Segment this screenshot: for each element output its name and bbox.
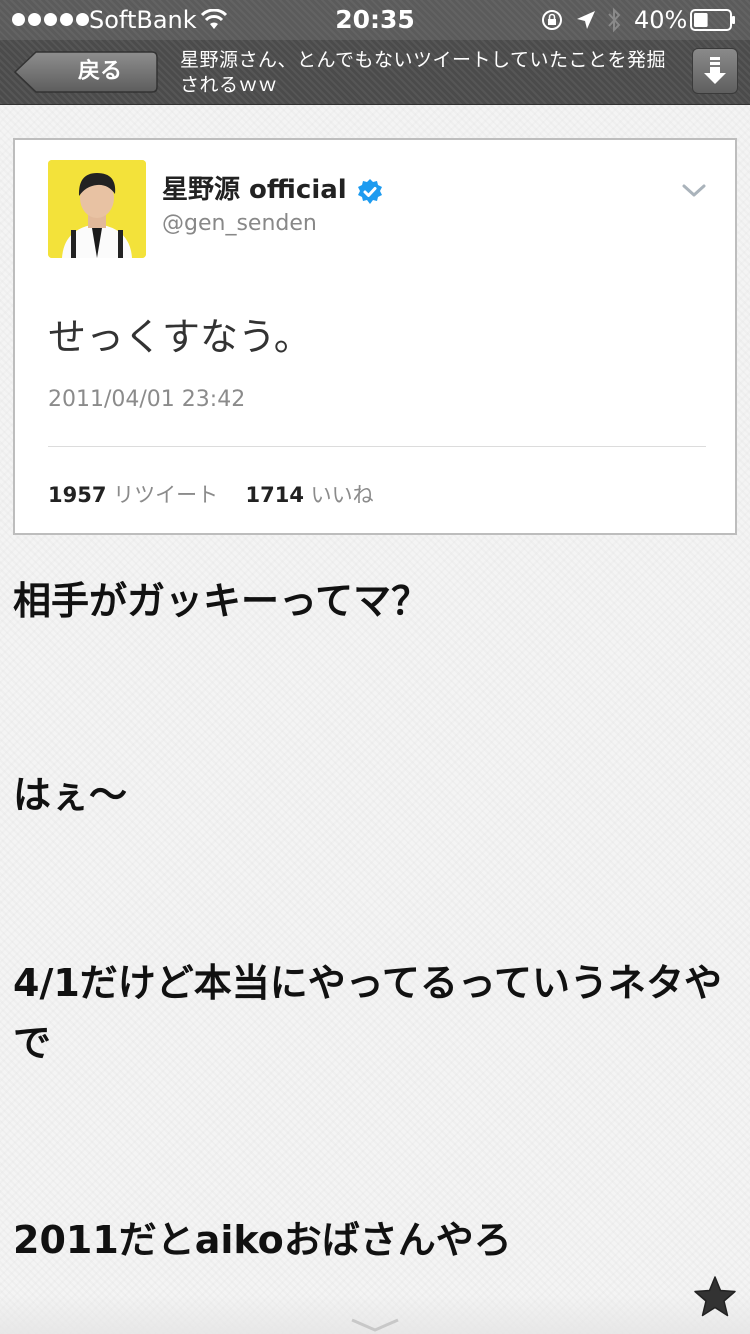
chevron-down-icon[interactable]: [350, 1318, 400, 1332]
retweet-label: リツイート: [113, 483, 219, 507]
back-button[interactable]: 戻る: [14, 51, 158, 93]
avatar[interactable]: [48, 160, 146, 258]
chevron-down-icon[interactable]: [681, 182, 707, 200]
verified-badge-icon: [358, 179, 382, 204]
tweet-timestamp[interactable]: 2011/04/01 23:42: [48, 385, 245, 415]
download-button[interactable]: [692, 48, 738, 94]
embedded-tweet[interactable]: 星野源 official @gen_senden せっくすなう。 2011/04…: [13, 138, 737, 535]
favorite-star-icon[interactable]: [692, 1274, 738, 1320]
bluetooth-icon: [608, 7, 621, 33]
battery-icon: [690, 9, 735, 31]
comment-text: 2011だとaikoおばさんやろ: [13, 1218, 512, 1262]
location-arrow-icon: [577, 11, 595, 29]
comment-text: はぇ～: [13, 773, 128, 817]
tweet-author-name[interactable]: 星野源 official: [162, 174, 347, 206]
back-button-label: 戻る: [77, 59, 122, 84]
navigation-bar: 戻る 星野源さん、とんでもないツイートしていたことを発掘されるｗｗ: [0, 40, 750, 105]
comment-text: 4/1だけど本当にやってるっていうネタやで: [13, 961, 722, 1065]
orientation-lock-icon: [542, 10, 562, 30]
download-arrow-icon: [704, 57, 726, 84]
like-label: いいね: [310, 483, 374, 507]
status-bar: SoftBank 20:35 40%: [0, 0, 750, 40]
comment-text: 相手がガッキーってマ？: [13, 579, 430, 623]
article-title: 星野源さん、とんでもないツイートしていたことを発掘されるｗｗ: [180, 49, 666, 96]
tweet-handle[interactable]: @gen_senden: [162, 210, 317, 238]
battery-percent: 40%: [634, 6, 688, 34]
tweet-stats: 1957 リツイート 1714 いいね: [48, 480, 374, 510]
tweet-divider: [48, 446, 706, 447]
like-count[interactable]: 1714: [246, 483, 304, 507]
retweet-count[interactable]: 1957: [48, 483, 106, 507]
tweet-text: せっくすなう。: [48, 315, 312, 359]
